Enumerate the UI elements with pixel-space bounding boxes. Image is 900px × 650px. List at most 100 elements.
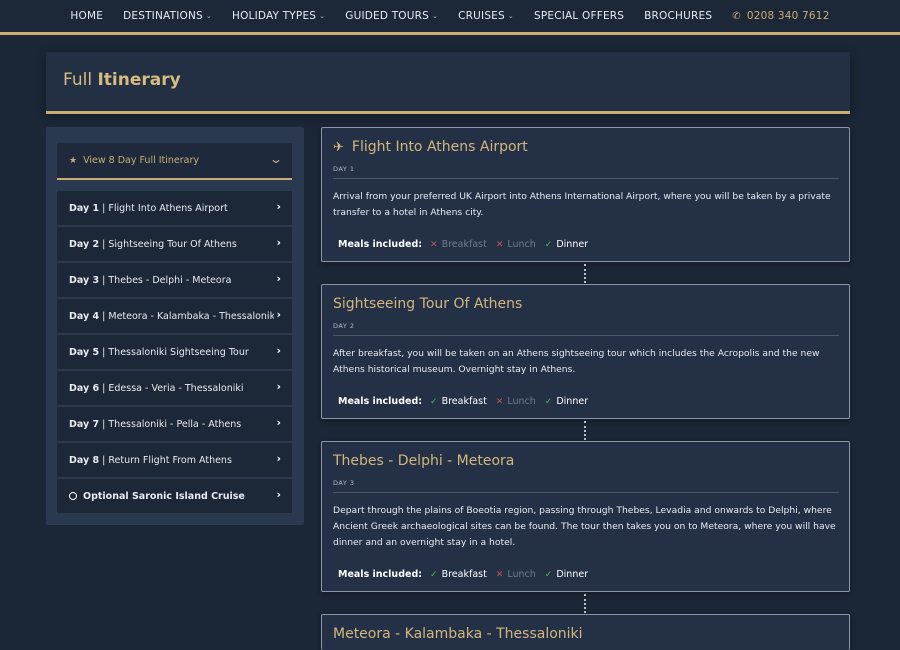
check-icon: ✓ [430,396,438,407]
chevron-down-icon: ⌄ [319,12,326,20]
nav-phone-link[interactable]: ✆ 0208 340 7612 [722,10,839,22]
check-icon: ✓ [544,569,553,580]
chevron-right-icon: › [276,344,281,357]
plane-icon: ✈ [333,139,344,155]
sidebar-item-day-2[interactable]: Day 2 | Sightseeing Tour Of Athens › [57,227,292,261]
meals-label: Meals included: [338,239,423,250]
nav-holiday-types[interactable]: HOLIDAY TYPES ⌄ [222,10,335,22]
meal-dinner: ✓ Dinner [545,569,588,580]
page-title: Full Itinerary [63,70,181,90]
check-icon: ✓ [544,239,553,250]
itinerary-card-day-4: Meteora - Kalambaka - Thessaloniki [321,614,850,650]
separator: | [99,382,109,394]
nav-guided-tours[interactable]: GUIDED TOURS ⌄ [335,10,448,22]
phone-number: 0208 340 7612 [746,10,830,22]
sidebar-item-text: Day 2 | Sightseeing Tour Of Athens [69,239,237,250]
itinerary-card-day-3: Thebes - Delphi - Meteora DAY 3 Depart t… [321,441,850,592]
chevron-down-icon: ⌄ [268,152,284,166]
sidebar-item-day-7[interactable]: Day 7 | Thessaloniki - Pella - Athens › [57,407,292,441]
meal-name: Lunch [507,239,536,250]
nav-brochures[interactable]: BROCHURES [634,10,722,22]
day-number: Day 8 [69,454,100,466]
separator: | [99,346,109,358]
day-number: Day 1 [69,202,100,214]
chevron-right-icon: › [276,416,281,429]
card-description: After breakfast, you will be taken on an… [333,348,820,375]
chevron-right-icon: › [276,308,281,321]
card-title: Sightseeing Tour Of Athens [333,296,522,312]
separator: | [99,238,109,250]
sidebar-item-day-1[interactable]: Day 1 | Flight Into Athens Airport › [57,191,292,225]
day-title: Thessaloniki Sightseeing Tour [108,346,249,358]
nav-label: GUIDED TOURS [345,10,430,22]
sidebar-item-day-4[interactable]: Day 4 | Meteora - Kalambaka - Thessaloni… [57,299,292,333]
chevron-right-icon: › [276,200,281,213]
chevron-right-icon: › [276,380,281,393]
chevron-down-icon: ⌄ [432,12,439,20]
meal-name: Breakfast [441,239,487,250]
sidebar-item-text: Day 4 | Meteora - Kalambaka - Thessaloni… [69,311,274,322]
cross-icon: ✕ [495,239,504,250]
meal-name: Dinner [556,239,589,250]
meal-name: Dinner [556,396,589,407]
meal-name: Breakfast [441,569,487,580]
meals-label: Meals included: [338,569,423,580]
chevron-down-icon: ⌄ [507,12,514,20]
sidebar-item-day-5[interactable]: Day 5 | Thessaloniki Sightseeing Tour › [57,335,292,369]
nav-label: CRUISES [458,10,505,22]
meals-row: Meals included: ✕ Breakfast ✕ Lunch ✓ Dinne… [338,239,597,250]
sidebar-item-text: Day 3 | Thebes - Delphi - Meteora [69,275,231,286]
meal-dinner: ✓ Dinner [545,239,588,250]
nav-special-offers[interactable]: SPECIAL OFFERS [524,10,634,22]
meal-breakfast: ✓ Breakfast [430,569,487,580]
separator: | [99,274,109,286]
nav-destinations[interactable]: DESTINATIONS ⌄ [113,10,222,22]
meals-row: Meals included: ✓ Breakfast ✕ Lunch ✓ Dinne… [338,569,597,580]
cross-icon: ✕ [430,239,438,250]
page-title-light: Full [63,70,98,90]
circle-icon [69,492,77,500]
day-title: Edessa - Veria - Thessaloniki [108,382,244,394]
meal-name: Breakfast [441,396,487,407]
card-title-text: Sightseeing Tour Of Athens [333,296,523,312]
separator: | [99,418,109,430]
itinerary-card-day-1: ✈ Flight Into Athens Airport DAY 1 Arriv… [321,127,850,262]
day-title: Meteora - Kalambaka - Thessaloniki [108,310,274,322]
chevron-right-icon: › [276,272,281,285]
nav-label: HOLIDAY TYPES [231,10,317,22]
nav-home[interactable]: HOME [60,10,113,22]
sidebar-item-day-3[interactable]: Day 3 | Thebes - Delphi - Meteora › [57,263,292,297]
meal-breakfast: ✕ Breakfast [430,239,487,250]
card-title: ✈ Flight Into Athens Airport [333,139,528,155]
day-number: Day 6 [69,382,100,394]
card-title-text: Thebes - Delphi - Meteora [333,453,515,469]
sidebar-item-day-6[interactable]: Day 6 | Edessa - Veria - Thessaloniki › [57,371,292,405]
card-day-label: DAY 3 [333,479,355,487]
meal-lunch: ✕ Lunch [496,239,536,250]
separator: | [99,202,109,214]
meals-row: Meals included: ✓ Breakfast ✕ Lunch ✓ Dinne… [338,396,597,407]
chevron-right-icon: › [276,488,281,501]
meal-dinner: ✓ Dinner [545,396,588,407]
separator: | [99,454,109,466]
meal-lunch: ✕ Lunch [496,569,536,580]
sidebar-item-text: Day 7 | Thessaloniki - Pella - Athens [69,419,241,430]
meal-lunch: ✕ Lunch [496,396,536,407]
card-divider [333,178,839,179]
card-description: Arrival from your preferred UK Airport i… [333,191,831,218]
itinerary-sidebar: ★ View 8 Day Full Itinerary ⌄ Day 1 | Fl… [46,127,304,525]
separator: | [99,310,109,322]
day-title: Sightseeing Tour Of Athens [108,238,237,250]
itinerary-header: Full Itinerary [46,52,850,114]
day-number: Day 2 [69,238,100,250]
card-title-text: Flight Into Athens Airport [351,139,528,155]
meal-name: Lunch [507,396,536,407]
sidebar-item-optional-cruise[interactable]: Optional Saronic Island Cruise › [57,479,292,513]
card-day-label: DAY 2 [333,322,355,330]
nav-cruises[interactable]: CRUISES ⌄ [448,10,524,22]
day-number: Day 4 [69,310,100,322]
full-itinerary-toggle[interactable]: ★ View 8 Day Full Itinerary ⌄ [57,143,292,180]
sidebar-item-day-8[interactable]: Day 8 | Return Flight From Athens › [57,443,292,477]
sidebar-item-text: Day 1 | Flight Into Athens Airport [69,203,228,214]
check-icon: ✓ [430,569,438,580]
